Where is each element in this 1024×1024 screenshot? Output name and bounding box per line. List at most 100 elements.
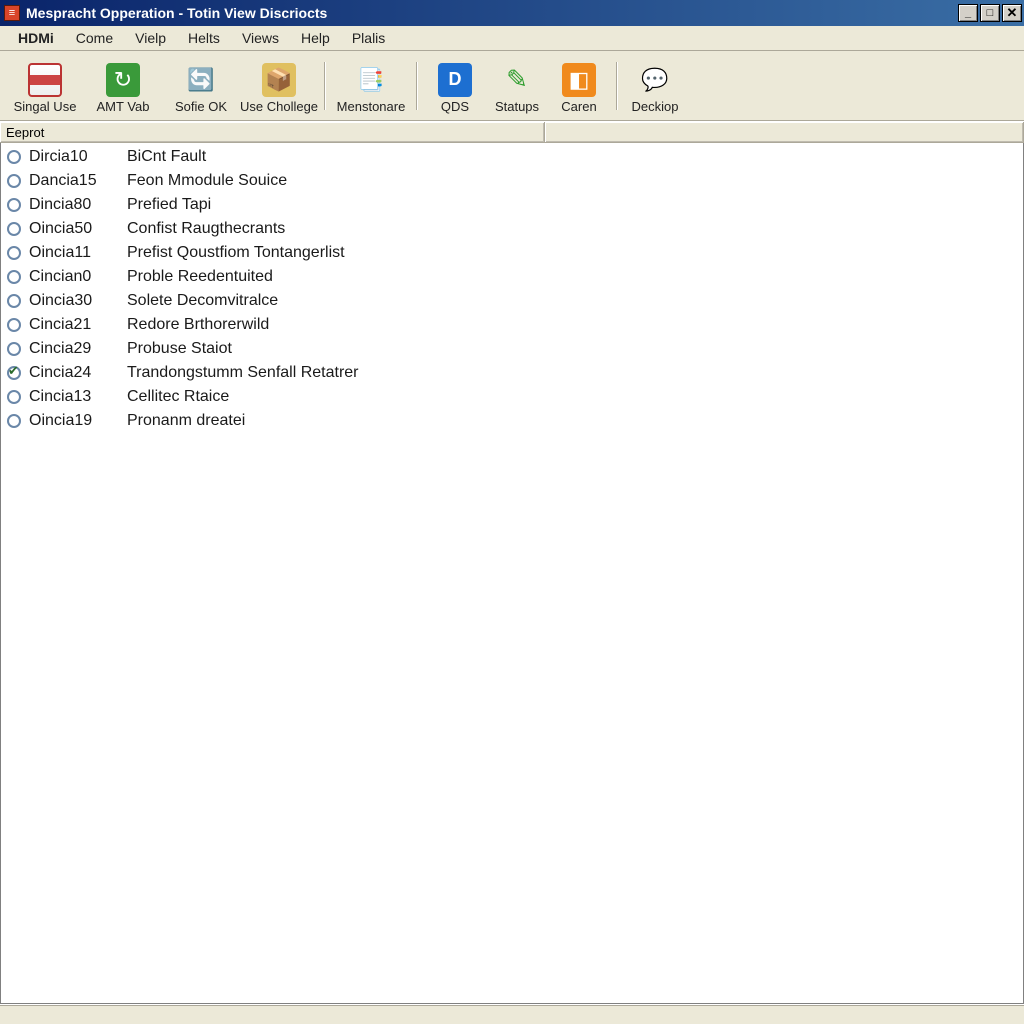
list-item-desc: Redore Brthorerwild: [127, 316, 1023, 334]
list-item-code: Oincia50: [29, 220, 127, 238]
list-item[interactable]: Dircia10BiCnt Fault: [1, 145, 1023, 169]
toolbar-button-label: Caren: [561, 99, 596, 114]
list-item-desc: BiCnt Fault: [127, 148, 1023, 166]
minimize-button[interactable]: _: [958, 4, 978, 22]
list-item-code: Dircia10: [29, 148, 127, 166]
list-item[interactable]: Dincia80Prefied Tapi: [1, 193, 1023, 217]
list-item-code: Dincia80: [29, 196, 127, 214]
caren-icon: [562, 63, 596, 97]
radio-icon: [7, 318, 21, 332]
toolbar-group: Singal Use AMT Vab Sofie OK Use Chollege: [6, 56, 318, 116]
toolbar-group: Deckiop: [624, 56, 686, 116]
list-item[interactable]: Dancia15Feon Mmodule Souice: [1, 169, 1023, 193]
list-item[interactable]: Oincia11Prefist Qoustfiom Tontangerlist: [1, 241, 1023, 265]
list-item-code: Cincia29: [29, 340, 127, 358]
radio-icon: [7, 198, 21, 212]
list-item-code: Oincia30: [29, 292, 127, 310]
toolbar-button-statups[interactable]: Statups: [486, 56, 548, 116]
list-item-desc: Prefied Tapi: [127, 196, 1023, 214]
column-header: Eeprot: [0, 121, 1024, 143]
toolbar-separator: [616, 62, 618, 110]
list-item-code: Dancia15: [29, 172, 127, 190]
list-pane: Dircia10BiCnt FaultDancia15Feon Mmodule …: [0, 143, 1024, 1004]
list-item[interactable]: Cincian0Proble Reedentuited: [1, 265, 1023, 289]
list-item-code: Oincia11: [29, 244, 127, 262]
window-title: Mespracht Opperation - Totin View Discri…: [26, 5, 958, 21]
close-button[interactable]: ✕: [1002, 4, 1022, 22]
toolbar-button-caren[interactable]: Caren: [548, 56, 610, 116]
toolbar-button-label: Use Chollege: [240, 99, 318, 114]
toolbar-button-label: QDS: [441, 99, 469, 114]
list-item-code: Cincia24: [29, 364, 127, 382]
toolbar-button-sofie-ok[interactable]: Sofie OK: [162, 56, 240, 116]
toolbar-group: Menstonare: [332, 56, 410, 116]
list-item-desc: Proble Reedentuited: [127, 268, 1023, 286]
menu-item-hdmi[interactable]: HDMi: [8, 27, 64, 49]
menubar: HDMiComeVielpHeltsViewsHelpPlalis: [0, 26, 1024, 51]
amt-vab-icon: [106, 63, 140, 97]
singal-use-icon: [28, 63, 62, 97]
radio-icon: [7, 150, 21, 164]
toolbar-button-use-chollege[interactable]: Use Chollege: [240, 56, 318, 116]
toolbar-button-label: Statups: [495, 99, 539, 114]
menu-item-help[interactable]: Help: [291, 27, 340, 49]
titlebar: Mespracht Opperation - Totin View Discri…: [0, 0, 1024, 26]
radio-icon: [7, 390, 21, 404]
menu-item-views[interactable]: Views: [232, 27, 289, 49]
list-item-code: Cincia21: [29, 316, 127, 334]
use-chollege-icon: [262, 63, 296, 97]
statups-icon: [500, 63, 534, 97]
list-item-desc: Feon Mmodule Souice: [127, 172, 1023, 190]
toolbar-button-label: Singal Use: [14, 99, 77, 114]
maximize-button[interactable]: □: [980, 4, 1000, 22]
list-item-desc: Confist Raugthecrants: [127, 220, 1023, 238]
toolbar-button-singal-use[interactable]: Singal Use: [6, 56, 84, 116]
list-item[interactable]: Oincia19Pronanm dreatei: [1, 409, 1023, 433]
list-item-code: Oincia19: [29, 412, 127, 430]
qds-icon: [438, 63, 472, 97]
list-item[interactable]: Cincia13Cellitec Rtaice: [1, 385, 1023, 409]
list-item[interactable]: Oincia50Confist Raugthecrants: [1, 217, 1023, 241]
menstonare-icon: [354, 63, 388, 97]
list-item-desc: Prefist Qoustfiom Tontangerlist: [127, 244, 1023, 262]
radio-icon: [7, 246, 21, 260]
toolbar-button-menstonare[interactable]: Menstonare: [332, 56, 410, 116]
sofie-ok-icon: [184, 63, 218, 97]
toolbar-group: QDS Statups Caren: [424, 56, 610, 116]
list-item-desc: Trandongstumm Senfall Retatrer: [127, 364, 1023, 382]
list-item-code: Cincian0: [29, 268, 127, 286]
radio-icon: [7, 414, 21, 428]
list-item-desc: Cellitec Rtaice: [127, 388, 1023, 406]
list-item[interactable]: Oincia30Solete Decomvitralce: [1, 289, 1023, 313]
menu-item-vielp[interactable]: Vielp: [125, 27, 176, 49]
deckiop-icon: [638, 63, 672, 97]
menu-item-come[interactable]: Come: [66, 27, 123, 49]
checked-icon: [7, 366, 21, 380]
radio-icon: [7, 294, 21, 308]
radio-icon: [7, 222, 21, 236]
toolbar-button-qds[interactable]: QDS: [424, 56, 486, 116]
list-item[interactable]: Cincia29Probuse Staiot: [1, 337, 1023, 361]
toolbar-separator: [416, 62, 418, 110]
list-item[interactable]: Cincia24Trandongstumm Senfall Retatrer: [1, 361, 1023, 385]
radio-icon: [7, 270, 21, 284]
toolbar-button-deckiop[interactable]: Deckiop: [624, 56, 686, 116]
toolbar-button-label: Menstonare: [337, 99, 406, 114]
window-controls: _ □ ✕: [958, 4, 1022, 22]
menu-item-plalis[interactable]: Plalis: [342, 27, 395, 49]
list-item-code: Cincia13: [29, 388, 127, 406]
column-header-eeprot[interactable]: Eeprot: [0, 122, 545, 142]
toolbar-button-label: AMT Vab: [97, 99, 150, 114]
toolbar-button-amt-vab[interactable]: AMT Vab: [84, 56, 162, 116]
toolbar-button-label: Sofie OK: [175, 99, 227, 114]
statusbar: [0, 1004, 1024, 1024]
list-item-desc: Pronanm dreatei: [127, 412, 1023, 430]
list-item[interactable]: Cincia21Redore Brthorerwild: [1, 313, 1023, 337]
list-item-desc: Solete Decomvitralce: [127, 292, 1023, 310]
menu-item-helts[interactable]: Helts: [178, 27, 230, 49]
radio-icon: [7, 342, 21, 356]
radio-icon: [7, 174, 21, 188]
column-header-blank[interactable]: [545, 122, 1024, 142]
list-item-desc: Probuse Staiot: [127, 340, 1023, 358]
toolbar: Singal Use AMT Vab Sofie OK Use Chollege Men…: [0, 51, 1024, 121]
